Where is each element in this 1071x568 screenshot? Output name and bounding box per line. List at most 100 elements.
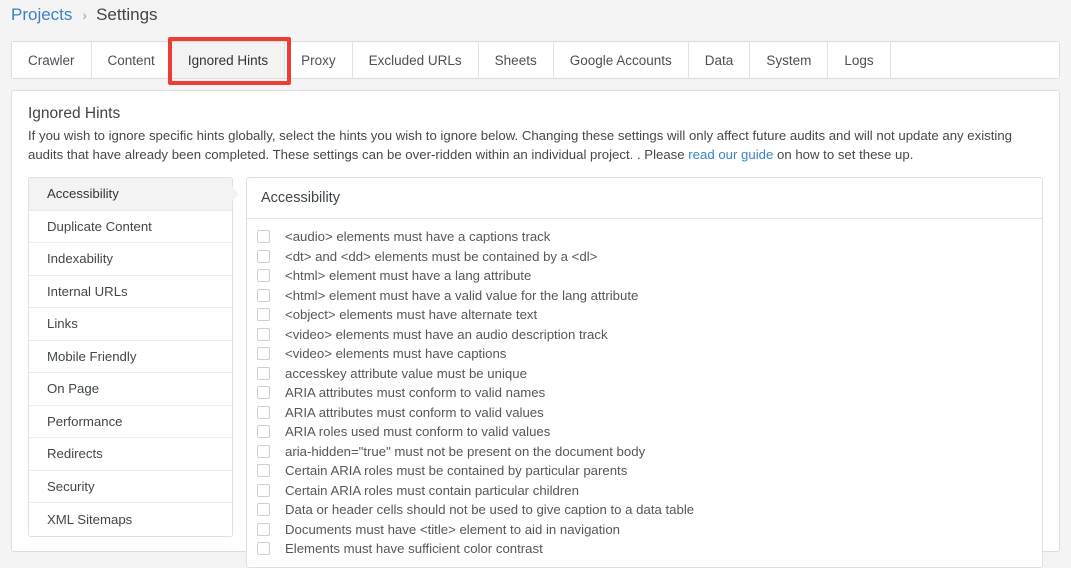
- sidebar-item-redirects[interactable]: Redirects: [29, 438, 232, 471]
- hint-row: Certain ARIA roles must be contained by …: [257, 461, 1042, 481]
- card-description-part2: on how to set these up.: [773, 147, 914, 162]
- page-title: Settings: [96, 5, 158, 24]
- tab-system[interactable]: System: [750, 42, 829, 78]
- sidebar-item-duplicate-content[interactable]: Duplicate Content: [29, 210, 232, 243]
- chevron-right-icon: ›: [82, 7, 88, 23]
- hint-row: <dt> and <dd> elements must be contained…: [257, 247, 1042, 267]
- card-description: If you wish to ignore specific hints glo…: [28, 126, 1043, 164]
- hint-label[interactable]: Certain ARIA roles must contain particul…: [285, 483, 579, 498]
- sidebar-item-label: Internal URLs: [47, 283, 128, 299]
- hint-label[interactable]: ARIA roles used must conform to valid va…: [285, 424, 550, 439]
- hint-checkbox[interactable]: [257, 386, 270, 400]
- hint-row: accesskey attribute value must be unique: [257, 364, 1042, 384]
- sidebar-item-performance[interactable]: Performance: [29, 405, 232, 438]
- hint-checkbox[interactable]: [257, 269, 270, 283]
- hint-checkbox[interactable]: [257, 464, 270, 478]
- hint-checkbox[interactable]: [257, 347, 270, 361]
- hint-checkbox[interactable]: [257, 542, 270, 556]
- hint-label[interactable]: Data or header cells should not be used …: [285, 502, 694, 517]
- hint-row: ARIA roles used must conform to valid va…: [257, 422, 1042, 442]
- breadcrumb-link-projects[interactable]: Projects: [11, 5, 72, 25]
- tab-content[interactable]: Content: [91, 42, 172, 78]
- sidebar-item-mobile-friendly[interactable]: Mobile Friendly: [29, 340, 232, 373]
- tab-logs[interactable]: Logs: [828, 42, 891, 78]
- hint-row: ARIA attributes must conform to valid va…: [257, 403, 1042, 423]
- hint-checkbox[interactable]: [257, 230, 270, 244]
- hint-row: ARIA attributes must conform to valid na…: [257, 383, 1042, 403]
- read-our-guide-link[interactable]: read our guide: [688, 147, 773, 162]
- hint-checkbox[interactable]: [257, 249, 270, 263]
- hint-label[interactable]: Certain ARIA roles must be contained by …: [285, 463, 627, 478]
- hint-row: <html> element must have a lang attribut…: [257, 266, 1042, 286]
- settings-body: Accessibility Duplicate Content Indexabili…: [28, 177, 1043, 568]
- hint-checkbox[interactable]: [257, 425, 270, 439]
- hint-row: <video> elements must have an audio desc…: [257, 325, 1042, 345]
- hint-checkbox[interactable]: [257, 483, 270, 497]
- tab-proxy[interactable]: Proxy: [285, 42, 353, 78]
- sidebar-item-label: Duplicate Content: [47, 218, 152, 234]
- hint-row: Certain ARIA roles must contain particul…: [257, 481, 1042, 501]
- sidebar-item-on-page[interactable]: On Page: [29, 373, 232, 406]
- hint-checkbox[interactable]: [257, 327, 270, 341]
- sidebar-item-label: On Page: [47, 381, 100, 397]
- hint-row: Data or header cells should not be used …: [257, 500, 1042, 520]
- hint-label[interactable]: accesskey attribute value must be unique: [285, 366, 527, 381]
- tabbar-wrapper: Crawler Content Ignored Hints Proxy Excluded…: [0, 30, 1071, 85]
- hint-label[interactable]: ARIA attributes must conform to valid na…: [285, 385, 545, 400]
- hint-row: Documents must have <title> element to a…: [257, 520, 1042, 540]
- card-title: Ignored Hints: [28, 105, 121, 122]
- hint-checkbox[interactable]: [257, 444, 270, 458]
- ignored-hints-card: Ignored Hints If you wish to ignore spec…: [11, 90, 1060, 568]
- hint-label[interactable]: <video> elements must have captions: [285, 346, 506, 361]
- hint-label[interactable]: <audio> elements must have a captions tr…: [285, 229, 550, 244]
- hint-label[interactable]: <html> element must have a lang attribut…: [285, 268, 531, 283]
- hints-panel: Accessibility <audio> elements must have…: [246, 177, 1043, 568]
- hint-label[interactable]: Documents must have <title> element to a…: [285, 522, 620, 537]
- hint-checkbox[interactable]: [257, 503, 270, 517]
- hint-label[interactable]: aria-hidden="true" must not be present o…: [285, 444, 645, 459]
- breadcrumb: Projects › Settings: [0, 0, 1071, 30]
- sidebar-item-label: XML Sitemaps: [47, 511, 133, 527]
- hint-label[interactable]: Elements must have sufficient color cont…: [285, 541, 543, 556]
- sidebar-item-label: Links: [47, 316, 78, 332]
- sidebar-item-label: Indexability: [47, 251, 113, 267]
- hint-checkbox[interactable]: [257, 308, 270, 322]
- hint-checkbox[interactable]: [257, 405, 270, 419]
- hint-row: <object> elements must have alternate te…: [257, 305, 1042, 325]
- sidebar-item-label: Performance: [47, 413, 123, 429]
- hint-row: Elements must have sufficient color cont…: [257, 539, 1042, 559]
- sidebar-item-label: Mobile Friendly: [47, 348, 137, 364]
- tab-google-accounts[interactable]: Google Accounts: [553, 42, 689, 78]
- hint-label[interactable]: <video> elements must have an audio desc…: [285, 327, 608, 342]
- hint-row: <html> element must have a valid value f…: [257, 286, 1042, 306]
- tabbar-filler: [890, 42, 1059, 78]
- sidebar-item-label: Accessibility: [47, 186, 119, 202]
- hint-row: aria-hidden="true" must not be present o…: [257, 442, 1042, 462]
- hint-label[interactable]: <object> elements must have alternate te…: [285, 307, 537, 322]
- sidebar-item-security[interactable]: Security: [29, 470, 232, 503]
- tab-ignored-hints[interactable]: Ignored Hints: [171, 42, 286, 78]
- tab-data[interactable]: Data: [688, 42, 751, 78]
- tab-excluded-urls[interactable]: Excluded URLs: [352, 42, 479, 78]
- hint-checkbox[interactable]: [257, 366, 270, 380]
- sidebar-item-internal-urls[interactable]: Internal URLs: [29, 275, 232, 308]
- settings-tabbar: Crawler Content Ignored Hints Proxy Excluded…: [11, 37, 1060, 85]
- sidebar-item-indexability[interactable]: Indexability: [29, 243, 232, 276]
- sidebar-item-accessibility[interactable]: Accessibility: [29, 178, 239, 211]
- tab-sheets[interactable]: Sheets: [478, 42, 554, 78]
- category-sidebar: Accessibility Duplicate Content Indexabili…: [28, 177, 239, 537]
- hint-checkbox[interactable]: [257, 522, 270, 536]
- tab-crawler[interactable]: Crawler: [12, 42, 92, 78]
- sidebar-item-label: Security: [47, 478, 95, 494]
- hint-row: <audio> elements must have a captions tr…: [257, 227, 1042, 247]
- hint-row: <video> elements must have captions: [257, 344, 1042, 364]
- sidebar-item-label: Redirects: [47, 446, 103, 462]
- sidebar-item-links[interactable]: Links: [29, 308, 232, 341]
- hint-label[interactable]: <html> element must have a valid value f…: [285, 288, 638, 303]
- hint-label[interactable]: <dt> and <dd> elements must be contained…: [285, 249, 597, 264]
- hint-label[interactable]: ARIA attributes must conform to valid va…: [285, 405, 544, 420]
- sidebar-item-xml-sitemaps[interactable]: XML Sitemaps: [29, 503, 232, 536]
- hints-list: <audio> elements must have a captions tr…: [247, 219, 1042, 567]
- hint-checkbox[interactable]: [257, 288, 270, 302]
- hints-panel-title: Accessibility: [247, 178, 1042, 219]
